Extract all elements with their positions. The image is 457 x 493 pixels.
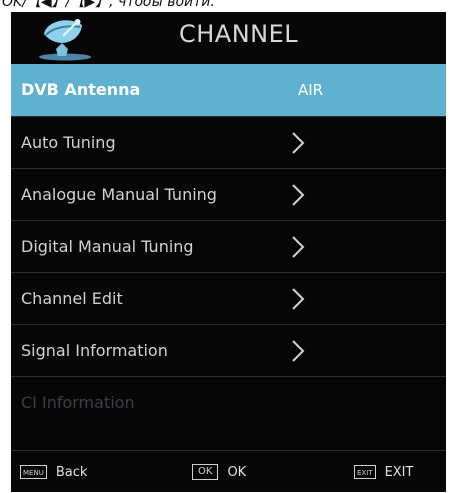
channel-menu-panel: CHANNEL DVB Antenna AIR Auto Tuning Anal… [11,12,446,492]
menu-item-label: CI Information [21,393,135,412]
menu-item-signal-information[interactable]: Signal Information [11,324,446,376]
menu-item-label: Signal Information [21,341,168,360]
menu-item-label: Digital Manual Tuning [21,237,194,256]
back-label: Back [55,464,88,480]
menu-item-label: Analogue Manual Tuning [21,185,217,204]
chevron-right-icon [292,184,305,206]
menu-item-label: DVB Antenna [21,80,141,99]
menu-key-icon: MENU [20,465,47,479]
satellite-dish-icon [39,19,91,61]
back-key-hint[interactable]: MENU Back [20,463,87,481]
exit-label: EXIT [384,464,414,480]
menu-header: CHANNEL [11,12,446,64]
dvb-antenna-value: AIR [298,81,324,99]
exit-key-icon: EXIT [354,465,376,479]
menu-item-ci-information: CI Information [11,376,446,428]
chevron-right-icon [292,340,305,362]
footer-key-hints: MENU Back OK OK EXIT EXIT [11,450,446,493]
menu-item-label: Channel Edit [21,289,123,308]
menu-item-digital-manual-tuning[interactable]: Digital Manual Tuning [11,220,446,272]
ok-key-icon: OK [192,464,219,480]
exit-key-hint[interactable]: EXIT EXIT [354,463,413,481]
menu-item-auto-tuning[interactable]: Auto Tuning [11,116,446,168]
menu-item-dvb-antenna[interactable]: DVB Antenna AIR [11,64,446,116]
ok-key-hint[interactable]: OK OK [192,463,246,481]
menu-item-channel-edit[interactable]: Channel Edit [11,272,446,324]
chevron-right-icon [292,236,305,258]
ok-label: OK [227,464,247,480]
page-title: CHANNEL [179,20,299,48]
chevron-right-icon [292,288,305,310]
menu-item-analogue-manual-tuning[interactable]: Analogue Manual Tuning [11,168,446,220]
top-caption: OK/【◀】/【▶】, чтобы войти. [2,0,215,9]
menu-item-label: Auto Tuning [21,133,116,152]
chevron-right-icon [292,132,305,154]
